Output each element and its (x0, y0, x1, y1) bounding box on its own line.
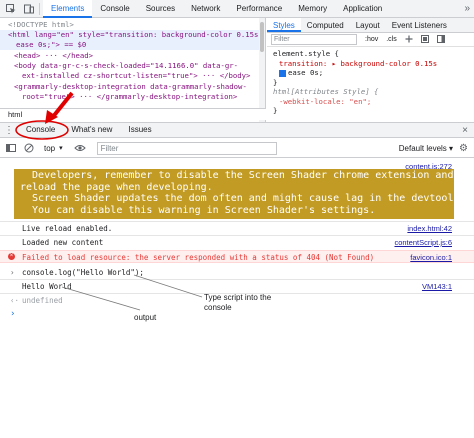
tab-performance[interactable]: Performance (228, 0, 290, 18)
tab-computed[interactable]: Computed (301, 18, 350, 32)
tab-event-listeners[interactable]: Event Listeners (386, 18, 453, 32)
error-icon: × (8, 253, 15, 260)
screen-shader-warning: Developers, remember to disable the Scre… (14, 169, 466, 219)
banner-line: reload the page when developing. (20, 181, 213, 193)
drawer-menu-icon[interactable]: ⋮ (4, 125, 18, 136)
transition-declaration-cont: ease 0s; (267, 68, 474, 78)
html-node-line[interactable]: <html lang="en" style="transition: backg… (0, 30, 265, 40)
grammarly-node-line-cont[interactable]: root="true"> ··· </grammarly-desktop-int… (22, 92, 237, 102)
context-label: top (44, 143, 56, 153)
webkit-locale-declaration: -webkit-locale: "en"; (279, 96, 372, 106)
device-toolbar-icon[interactable] (22, 2, 36, 16)
more-tabs-icon[interactable]: » (464, 3, 470, 14)
type-script-annotation: Type script into the console (204, 293, 272, 312)
gear-icon[interactable]: ⚙ (459, 143, 468, 154)
checkbox-icon[interactable] (279, 69, 286, 77)
transition-text: transition: ▸ background-color 0.15s (279, 58, 438, 68)
banner-line: Developers, remember to disable the Scre… (20, 170, 454, 181)
tab-elements[interactable]: Elements (43, 0, 93, 18)
rule-close-2: } (273, 106, 278, 115)
sidebar-toggle-icon[interactable] (436, 34, 445, 45)
error-message-row: × Failed to load resource: the server re… (0, 250, 474, 263)
styles-filter-row: Filter :hov .cls (267, 33, 474, 47)
cls-toggle[interactable]: .cls (386, 36, 397, 43)
element-style-selector[interactable]: element.style { (267, 49, 474, 59)
console-messages: content.js:272 Developers, remember to d… (0, 158, 474, 438)
context-selector[interactable]: top ▾ (44, 144, 63, 153)
tab-styles[interactable]: Styles (267, 18, 301, 32)
console-input-echo: console.log("Hello World"); (22, 268, 144, 277)
html-node-line-cont[interactable]: ease 0s;"> == $0 (0, 40, 265, 50)
elements-scrollbar[interactable] (259, 18, 265, 122)
clear-console-icon[interactable] (22, 141, 36, 155)
log-source-link[interactable]: contentScript.js:6 (394, 238, 452, 247)
tab-console[interactable]: Console (92, 0, 137, 18)
tab-sources[interactable]: Sources (138, 0, 183, 18)
styles-filter-input[interactable]: Filter (271, 34, 357, 45)
transition-declaration[interactable]: transition: ▸ background-color 0.15s (267, 59, 474, 69)
tab-layout[interactable]: Layout (350, 18, 386, 32)
attributes-style-selector: html[Attributes Style] { (273, 87, 379, 96)
tab-memory[interactable]: Memory (290, 0, 335, 18)
rule-close-1: } (273, 77, 278, 87)
sidebar-icon[interactable] (4, 141, 18, 155)
log-source-link[interactable]: index.html:42 (407, 224, 452, 233)
drawer-tab-bar: ⋮ Console What's new Issues × (0, 122, 474, 138)
hov-toggle[interactable]: :hov (365, 36, 378, 43)
error-source-link[interactable]: favicon.ico:1 (410, 253, 452, 262)
body-node-line-cont[interactable]: ext-installed cz-shortcut-listen="true">… (22, 71, 250, 81)
output-annotation: output (134, 313, 157, 322)
doctype-line[interactable]: <!DOCTYPE html> (8, 20, 74, 30)
console-toolbar: top ▾ Filter Default levels ▾ ⚙ (0, 139, 474, 158)
inspect-element-icon[interactable] (4, 2, 18, 16)
banner-line: Screen Shader updates the dom often and … (20, 193, 466, 205)
chevron-down-icon: ▾ (59, 145, 63, 152)
devtools-tab-bar: Elements Console Sources Network Perform… (0, 0, 474, 18)
transition-value-cont: ease 0s; (288, 68, 324, 77)
tab-network[interactable]: Network (183, 0, 228, 18)
drawer-tab-whats-new[interactable]: What's new (63, 122, 120, 138)
console-output: Hello World (22, 282, 72, 291)
head-node-line[interactable]: <head> ··· </head> (14, 51, 93, 61)
breadcrumb[interactable]: html (0, 108, 266, 120)
drawer-tab-issues[interactable]: Issues (120, 122, 159, 138)
log-levels-dropdown[interactable]: Default levels ▾ (399, 144, 453, 153)
styles-tab-bar: Styles Computed Layout Event Listeners (267, 18, 474, 33)
grammarly-node-line[interactable]: <grammarly-desktop-integration data-gram… (14, 82, 247, 92)
error-text: Failed to load resource: the server resp… (22, 253, 375, 262)
log-message: Live reload enabled. (22, 224, 113, 233)
close-icon[interactable]: × (462, 125, 468, 136)
console-filter-input[interactable]: Filter (96, 141, 277, 155)
new-rule-icon[interactable] (405, 35, 413, 45)
body-node-line[interactable]: <body data-gr-c-s-check-loaded="14.1166.… (14, 61, 238, 71)
banner-line: You can disable this warning in Screen S… (20, 205, 376, 217)
output-source-link[interactable]: VM143:1 (422, 282, 452, 291)
drawer-tab-console[interactable]: Console (18, 122, 63, 138)
eye-icon[interactable] (73, 141, 87, 155)
styles-pane: Styles Computed Layout Event Listeners F… (267, 18, 474, 122)
elements-tree: <!DOCTYPE html> <html lang="en" style="t… (0, 18, 266, 122)
computed-toggle-icon[interactable] (420, 34, 429, 45)
tab-application[interactable]: Application (335, 0, 390, 18)
